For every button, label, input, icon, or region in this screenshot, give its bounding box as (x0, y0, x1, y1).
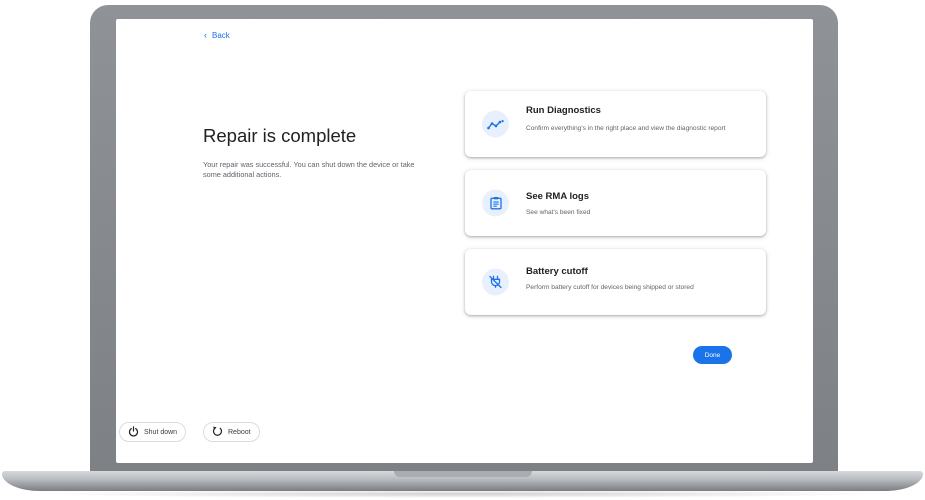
laptop-base (2, 471, 923, 491)
laptop-shadow (30, 490, 895, 498)
screen: ‹ Back Repair is complete Your repair wa… (116, 19, 813, 463)
shut-down-label: Shut down (144, 428, 178, 436)
power-icon (128, 425, 139, 439)
back-label: Back (212, 30, 230, 40)
page-title: Repair is complete (203, 125, 357, 146)
clipboard-icon (482, 189, 509, 217)
card-title: See RMA logs (526, 191, 589, 202)
laptop-base-notch (394, 471, 532, 477)
reboot-label: Reboot (228, 428, 251, 436)
run-diagnostics-card[interactable]: Run Diagnostics Confirm everything's in … (465, 91, 766, 157)
card-subtitle: See what's been fixed (526, 209, 591, 216)
card-title: Battery cutoff (526, 266, 588, 277)
done-button[interactable]: Done (693, 346, 732, 364)
shut-down-button[interactable]: Shut down (119, 422, 187, 442)
card-subtitle: Perform battery cutoff for devices being… (526, 284, 694, 291)
page-description: Your repair was successful. You can shut… (203, 160, 415, 179)
card-title: Run Diagnostics (526, 105, 601, 116)
reboot-button[interactable]: Reboot (203, 422, 260, 442)
reboot-icon (212, 426, 223, 439)
card-subtitle: Confirm everything's in the right place … (526, 125, 726, 132)
see-rma-logs-card[interactable]: See RMA logs See what's been fixed (465, 170, 766, 236)
chevron-left-icon: ‹ (204, 30, 207, 40)
diagnostics-icon (482, 110, 509, 138)
battery-cutoff-card[interactable]: Battery cutoff Perform battery cutoff fo… (465, 249, 766, 315)
back-link[interactable]: ‹ Back (204, 30, 230, 40)
power-plug-off-icon (482, 268, 509, 296)
